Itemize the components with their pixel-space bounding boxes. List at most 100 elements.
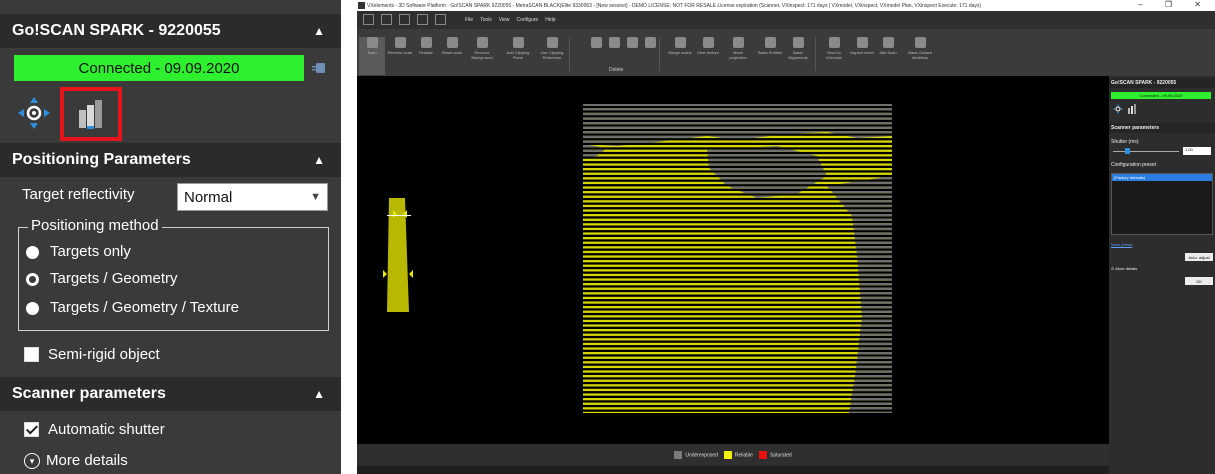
ribbon-separator (659, 37, 660, 71)
positioning-mode-icon[interactable] (1113, 104, 1123, 114)
shutter-slider[interactable] (1113, 151, 1179, 152)
side-scanner-section[interactable]: Scanner parameters (1109, 123, 1215, 133)
ribbon-basic-entities-button[interactable]: Basic Entities (757, 37, 783, 55)
ribbon-scan-button[interactable]: Scan (359, 37, 385, 75)
side-device-header[interactable]: Go!SCAN SPARK - 9220055 (1109, 78, 1215, 88)
positioning-mode-icon[interactable] (16, 95, 52, 131)
screen: Go!SCAN SPARK - 9220055 ▲ Connected - 09… (0, 0, 1215, 474)
exposure-legend: Underexposed Reliable Saturated (357, 444, 1109, 466)
ribbon-merge-scans-button[interactable]: Merge scans (667, 37, 693, 55)
ribbon-view-texture-button[interactable]: View texture (695, 37, 721, 55)
ok-button[interactable]: OK (1185, 277, 1213, 285)
positioning-section-header[interactable]: Positioning Parameters ▲ (0, 143, 341, 177)
status-bar (357, 466, 1215, 474)
window-title: VXelements - 3D Software Platform - Go!S… (367, 2, 982, 9)
more-details-link[interactable]: More details (46, 452, 128, 469)
legend-item: Underexposed (674, 451, 718, 459)
positioning-method-label: Positioning method (28, 217, 162, 234)
ribbon-add-clipping-plane-button[interactable]: Add Clipping Plane (505, 37, 531, 60)
ribbon-reset-scan-button[interactable]: Reset scan (439, 37, 465, 55)
home-icon[interactable] (363, 14, 374, 25)
menu-file[interactable]: File (465, 17, 473, 23)
radio-label: Targets / Geometry / Texture (50, 299, 239, 316)
ribbon-basic-alignments-button[interactable]: Basic Alignments (785, 37, 811, 60)
send-icon (828, 37, 840, 48)
ribbon-remove-background-button[interactable]: Remove Background (469, 37, 495, 60)
new-file-icon[interactable] (381, 14, 392, 25)
reset-icon (446, 37, 458, 48)
clipping-plane-icon (512, 37, 524, 48)
auto-adjust-button[interactable]: Auto. adjust (1185, 253, 1213, 261)
scan-preview-image (383, 104, 892, 413)
ribbon-send-to-vxmodel-button[interactable]: Send to VXmodel (821, 37, 847, 60)
delete-selection-icon (590, 37, 602, 48)
reverse-scan-icon (394, 37, 406, 48)
scanner-mode-icon[interactable] (1127, 104, 1137, 114)
radio-targets-geometry-texture[interactable] (26, 302, 39, 315)
ribbon-move-projection-button[interactable]: Move projection (725, 37, 751, 60)
chevron-up-icon[interactable]: ▲ (313, 24, 325, 38)
shutter-value-input[interactable]: 1.00 (1183, 147, 1211, 155)
export-icon[interactable] (435, 14, 446, 25)
app-icon (358, 2, 365, 9)
open-icon[interactable] (417, 14, 428, 25)
radio-label: Targets only (50, 243, 131, 260)
workflow-icon (914, 37, 926, 48)
list-item[interactable]: (Factory defaults) (1112, 174, 1212, 181)
shutter-label: Shutter (ms) (1111, 139, 1139, 145)
menu-configure[interactable]: Configure (517, 17, 539, 23)
side-more-details-link[interactable]: ⊙ More details (1111, 266, 1137, 271)
merge-icon (674, 37, 686, 48)
config-preset-label: Configuration preset (1111, 162, 1157, 168)
target-reflectivity-select[interactable]: Normal ▼ (177, 183, 328, 211)
semi-rigid-checkbox[interactable] (24, 347, 39, 362)
connection-plug-icon[interactable] (311, 60, 327, 76)
menu-help[interactable]: Help (545, 17, 555, 23)
menu-tools[interactable]: Tools (480, 17, 492, 23)
scanner-mode-button[interactable] (60, 87, 122, 141)
save-icon[interactable] (399, 14, 410, 25)
chevron-up-icon[interactable]: ▲ (313, 387, 325, 401)
inspect-icon (856, 37, 868, 48)
chevron-up-icon[interactable]: ▲ (313, 153, 325, 167)
automatic-shutter-label: Automatic shutter (48, 421, 165, 438)
preset-list[interactable]: (Factory defaults) (1111, 173, 1213, 235)
ribbon-separator (569, 37, 570, 71)
ribbon-basic-guided-workflow-button[interactable]: Basic Guided Workflow (903, 37, 937, 60)
ribbon-inspect-mesh-button[interactable]: Inspect mesh (849, 37, 875, 55)
scan-viewport[interactable] (357, 76, 1109, 444)
texture-icon (702, 37, 714, 48)
finalize-icon (420, 37, 432, 48)
save-preset-link[interactable]: Save preset (1111, 242, 1132, 247)
device-panel: Go!SCAN SPARK - 9220055 ▲ Connected - 09… (0, 0, 341, 474)
ribbon-add-scan-button[interactable]: Add Scan (875, 37, 901, 55)
automatic-shutter-checkbox[interactable] (24, 422, 39, 437)
ribbon-use-clipping-reference-button[interactable]: Use Clipping Reference (539, 37, 565, 60)
positioning-section-title: Positioning Parameters (12, 151, 191, 168)
legend-item: Reliable (723, 451, 753, 459)
shutter-slider-handle[interactable] (1125, 148, 1130, 154)
expand-circle-icon[interactable]: ▾ (24, 453, 40, 469)
alignment-icon (792, 37, 804, 48)
target-reflectivity-label: Target reflectivity (22, 186, 135, 203)
side-device-panel: Go!SCAN SPARK - 9220055 Connected - 09.0… (1109, 76, 1215, 474)
device-title: Go!SCAN SPARK - 9220055 (12, 22, 221, 39)
radio-targets-only[interactable] (26, 246, 39, 259)
projection-icon (732, 37, 744, 48)
side-connection-status: Connected - 09.09.2020 (1111, 92, 1211, 99)
ribbon-separator (815, 37, 816, 71)
device-header[interactable]: Go!SCAN SPARK - 9220055 ▲ (0, 14, 341, 48)
radio-targets-geometry[interactable] (26, 273, 39, 286)
ribbon-group-label: Delete (609, 67, 624, 73)
window-controls[interactable]: – ❐ ✕ (1138, 0, 1211, 9)
app-window: VXelements - 3D Software Platform - Go!S… (357, 0, 1215, 474)
chevron-down-icon: ▼ (310, 191, 321, 203)
ribbon-reverse-scan-button[interactable]: Reverse scan (387, 37, 413, 55)
scanner-section-title: Scanner parameters (12, 385, 166, 402)
ribbon-toolbar: Scan Reverse scan Finalize Reset scan Re… (357, 29, 1215, 76)
menu-view[interactable]: View (499, 17, 510, 23)
menu-bar: File Tools View Configure Help (357, 11, 1215, 29)
ribbon-finalize-button[interactable]: Finalize (413, 37, 439, 55)
clipping-reference-icon (546, 37, 558, 48)
scanner-section-header[interactable]: Scanner parameters ▲ (0, 377, 341, 411)
